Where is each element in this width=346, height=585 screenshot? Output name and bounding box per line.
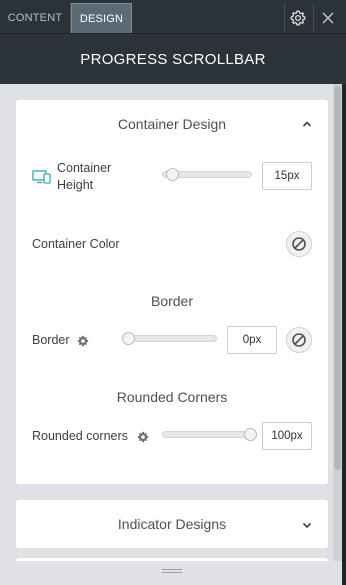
tab-content[interactable]: CONTENT bbox=[0, 3, 70, 33]
container-design-section: Container Design Container Height 15px C… bbox=[16, 100, 328, 484]
rounded-corners-slider-thumb[interactable] bbox=[244, 428, 257, 441]
container-color-label: Container Color bbox=[32, 237, 120, 251]
section-title[interactable]: Indicator Designs bbox=[16, 516, 328, 532]
rounded-corners-heading: Rounded Corners bbox=[116, 389, 228, 405]
gear-icon[interactable] bbox=[137, 430, 149, 448]
close-icon[interactable] bbox=[316, 5, 340, 31]
panel-header: PROGRESS SCROLLBAR bbox=[0, 34, 346, 84]
rounded-corners-label: Rounded corners bbox=[32, 429, 128, 443]
container-height-slider-thumb[interactable] bbox=[165, 168, 179, 181]
header-divider bbox=[313, 3, 314, 33]
border-input[interactable]: 0px bbox=[227, 326, 277, 354]
section-title[interactable]: Container Design bbox=[16, 116, 328, 132]
border-color-picker[interactable] bbox=[286, 327, 312, 353]
settings-scroll-area[interactable]: Container Design Container Height 15px C… bbox=[0, 84, 346, 561]
border-slider[interactable] bbox=[122, 335, 217, 342]
header-divider bbox=[284, 3, 285, 33]
desktop-tablet-icon[interactable] bbox=[32, 170, 52, 189]
scrollbar-thumb[interactable] bbox=[334, 86, 341, 470]
container-height-label: Container Height bbox=[57, 161, 112, 192]
container-color-picker[interactable] bbox=[286, 231, 312, 257]
tab-bar: CONTENT DESIGN bbox=[0, 0, 346, 34]
rounded-corners-slider[interactable] bbox=[162, 431, 257, 438]
resize-handle[interactable] bbox=[162, 569, 182, 575]
no-color-icon bbox=[292, 333, 306, 347]
panel-edge bbox=[342, 84, 346, 585]
gear-icon[interactable] bbox=[77, 334, 89, 352]
container-height-input[interactable]: 15px bbox=[262, 162, 312, 190]
border-slider-thumb[interactable] bbox=[122, 332, 135, 345]
gear-icon[interactable] bbox=[286, 5, 310, 31]
tab-design[interactable]: DESIGN bbox=[71, 3, 132, 33]
chevron-up-icon[interactable] bbox=[301, 117, 313, 135]
rounded-corners-input[interactable]: 100px bbox=[262, 422, 312, 450]
chevron-down-icon[interactable] bbox=[301, 518, 313, 536]
no-color-icon bbox=[292, 237, 306, 251]
panel-title: PROGRESS SCROLLBAR bbox=[80, 50, 266, 68]
border-heading: Border bbox=[150, 293, 194, 309]
indicator-designs-section[interactable]: Indicator Designs bbox=[16, 500, 328, 548]
border-label: Border bbox=[32, 333, 70, 347]
